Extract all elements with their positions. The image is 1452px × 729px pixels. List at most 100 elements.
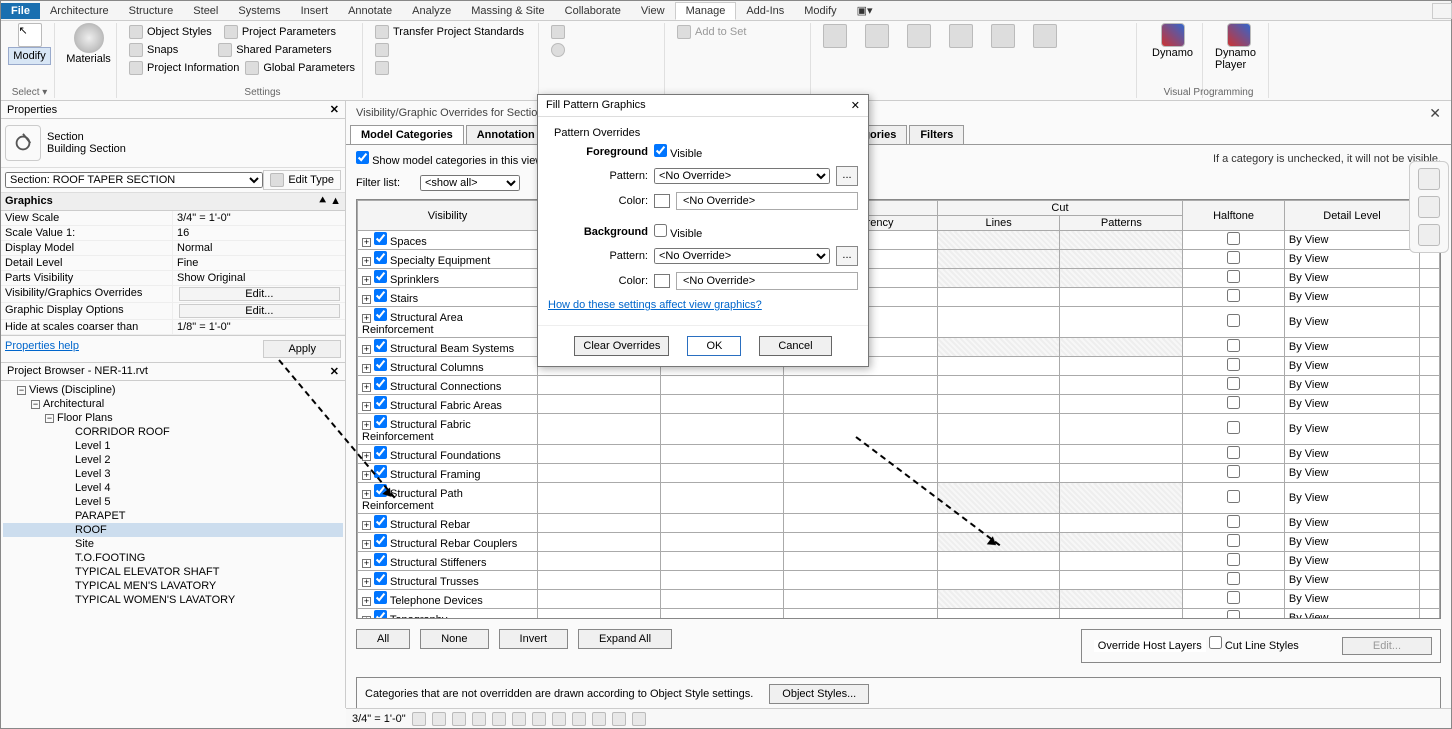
props-row[interactable]: Visibility/Graphics OverridesEdit... [1, 286, 345, 303]
vg-row-name[interactable]: + Structural Columns [358, 357, 538, 376]
tree-item[interactable]: TYPICAL WOMEN'S LAVATORY [3, 593, 343, 607]
tree-item[interactable]: Site [3, 537, 343, 551]
vg-row-name[interactable]: + Structural Connections [358, 376, 538, 395]
zoom-scale[interactable]: 3/4" = 1'-0" [352, 713, 406, 725]
add-to-set-button[interactable]: Add to Set [695, 26, 746, 38]
status-icon-4[interactable] [472, 712, 486, 726]
tree-item[interactable]: Level 1 [3, 439, 343, 453]
shared-params-button[interactable]: Shared Parameters [236, 44, 331, 56]
col-cut-lines[interactable]: Lines [937, 216, 1060, 231]
vg-row-name[interactable]: + Structural Fabric Areas [358, 395, 538, 414]
select-dropdown[interactable]: Select ▾ [5, 85, 54, 98]
status-icon-10[interactable] [592, 712, 606, 726]
halftone-checkbox[interactable] [1183, 590, 1285, 609]
status-icon-12[interactable] [632, 712, 646, 726]
wrench-icon[interactable] [375, 61, 389, 75]
halftone-checkbox[interactable] [1183, 609, 1285, 620]
nav-wheel-icon[interactable] [1418, 168, 1440, 190]
properties-help-link[interactable]: Properties help [5, 340, 79, 358]
halftone-checkbox[interactable] [1183, 250, 1285, 269]
nav-home-icon[interactable] [1418, 196, 1440, 218]
tree-root[interactable]: −Views (Discipline) [3, 383, 343, 397]
status-icon-7[interactable] [532, 712, 546, 726]
props-row[interactable]: Display ModelNormal [1, 241, 345, 256]
tab-annotate[interactable]: Annotate [338, 3, 402, 19]
tab-file[interactable]: File [1, 3, 40, 19]
vg-close-icon[interactable]: ✕ [1429, 105, 1441, 122]
apply-button[interactable]: Apply [263, 340, 341, 358]
show-categories-checkbox[interactable]: Show model categories in this view [356, 151, 543, 167]
grid-icon-2[interactable] [865, 24, 889, 48]
tab-addins[interactable]: Add-Ins [736, 3, 794, 19]
project-params-button[interactable]: Project Parameters [242, 26, 336, 38]
status-icon-6[interactable] [512, 712, 526, 726]
halftone-checkbox[interactable] [1183, 376, 1285, 395]
vg-row[interactable]: + Structural Fabric AreasBy View [358, 395, 1440, 414]
props-value[interactable]: Normal [173, 241, 345, 255]
tree-item[interactable]: T.O.FOOTING [3, 551, 343, 565]
detail-level-cell[interactable]: By View [1284, 307, 1419, 338]
vg-row-name[interactable]: + Topography [358, 609, 538, 620]
vg-row-name[interactable]: + Stairs [358, 288, 538, 307]
props-row[interactable]: Scale Value 1:16 [1, 226, 345, 241]
halftone-checkbox[interactable] [1183, 231, 1285, 250]
fpg-close-icon[interactable]: ✕ [851, 99, 860, 112]
vg-row-name[interactable]: + Structural Area Reinforcement [358, 307, 538, 338]
globe-icon[interactable] [551, 43, 565, 57]
detail-level-cell[interactable]: By View [1284, 609, 1419, 620]
vg-row-name[interactable]: + Structural Framing [358, 464, 538, 483]
properties-close-icon[interactable]: ✕ [330, 103, 339, 116]
vg-row[interactable]: + Structural Path Reinforcement By View [358, 483, 1440, 514]
status-icon-1[interactable] [412, 712, 426, 726]
detail-level-cell[interactable]: By View [1284, 514, 1419, 533]
props-row[interactable]: Hide at scales coarser than1/8" = 1'-0" [1, 320, 345, 335]
edit-button[interactable]: Edit... [179, 287, 340, 301]
tree-item[interactable]: Level 2 [3, 453, 343, 467]
vg-row-name[interactable]: + Telephone Devices [358, 590, 538, 609]
tab-collaborate[interactable]: Collaborate [555, 3, 631, 19]
fpg-help-link[interactable]: How do these settings affect view graphi… [548, 293, 762, 317]
edit-button[interactable]: Edit... [179, 304, 340, 318]
detail-level-cell[interactable]: By View [1284, 376, 1419, 395]
detail-level-cell[interactable]: By View [1284, 414, 1419, 445]
tab-massing[interactable]: Massing & Site [461, 3, 554, 19]
object-styles-button[interactable]: Object Styles [147, 26, 212, 38]
tree-item[interactable]: PARAPET [3, 509, 343, 523]
tab-context-icon[interactable]: ▣▾ [847, 2, 883, 19]
props-row[interactable]: Parts VisibilityShow Original [1, 271, 345, 286]
vg-row[interactable]: + StairsBy View [358, 288, 1440, 307]
detail-level-cell[interactable]: By View [1284, 571, 1419, 590]
vg-row[interactable]: + Structural Beam SystemsBy View [358, 338, 1440, 357]
halftone-checkbox[interactable] [1183, 483, 1285, 514]
vg-row[interactable]: + SpacesBy View [358, 231, 1440, 250]
detail-level-cell[interactable]: By View [1284, 464, 1419, 483]
grid-icon-4[interactable] [949, 24, 973, 48]
fpg-bg-color-value[interactable]: <No Override> [676, 272, 858, 290]
project-browser-close-icon[interactable]: ✕ [330, 365, 339, 378]
halftone-checkbox[interactable] [1183, 445, 1285, 464]
props-value[interactable]: Edit... [173, 286, 345, 302]
tree-floor-plans[interactable]: −Floor Plans [3, 411, 343, 425]
vg-row-name[interactable]: + Structural Path Reinforcement [358, 483, 538, 514]
props-value[interactable]: 3/4" = 1'-0" [173, 211, 345, 225]
halftone-checkbox[interactable] [1183, 514, 1285, 533]
nav-cube-icon[interactable] [1418, 224, 1440, 246]
tab-analyze[interactable]: Analyze [402, 3, 461, 19]
vg-row-name[interactable]: + Sprinklers [358, 269, 538, 288]
status-icon-8[interactable] [552, 712, 566, 726]
halftone-checkbox[interactable] [1183, 307, 1285, 338]
vg-row-name[interactable]: + Structural Rebar Couplers [358, 533, 538, 552]
vg-row[interactable]: + Specialty EquipmentBy View [358, 250, 1440, 269]
materials-button[interactable]: Materials [66, 53, 111, 65]
fpg-fg-color-value[interactable]: <No Override> [676, 192, 858, 210]
fpg-fg-color-swatch[interactable] [654, 194, 670, 208]
props-row[interactable]: View Scale3/4" = 1'-0" [1, 211, 345, 226]
tree-item[interactable]: CORRIDOR ROOF [3, 425, 343, 439]
tab-steel[interactable]: Steel [183, 3, 228, 19]
properties-dock-icon[interactable] [1432, 3, 1452, 19]
vg-row-name[interactable]: + Structural Beam Systems [358, 338, 538, 357]
status-icon-2[interactable] [432, 712, 446, 726]
props-row[interactable]: Graphic Display OptionsEdit... [1, 303, 345, 320]
tab-insert[interactable]: Insert [291, 3, 339, 19]
detail-level-cell[interactable]: By View [1284, 483, 1419, 514]
